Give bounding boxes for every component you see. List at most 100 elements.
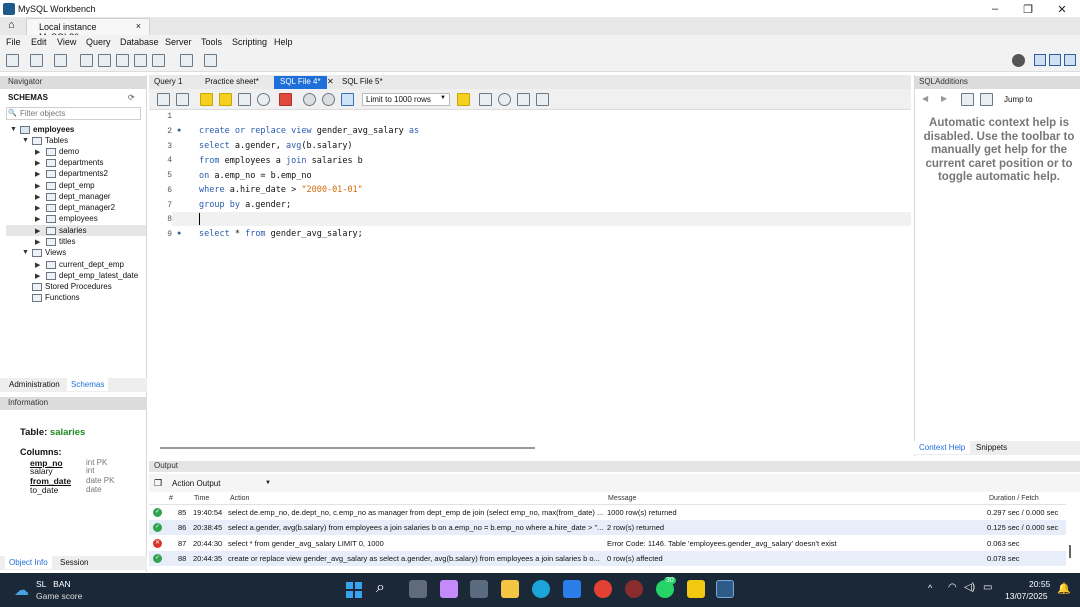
refresh-icon[interactable]: ⟳: [128, 93, 135, 102]
jump-to-select[interactable]: Jump to: [1004, 95, 1032, 104]
tab-sql-file-4[interactable]: SQL File 4*: [274, 76, 327, 89]
table-dept-emp[interactable]: dept_emp: [59, 181, 95, 190]
widget-title[interactable]: SL BAN: [36, 579, 71, 589]
copy-icon[interactable]: ❐: [154, 478, 162, 489]
close-tab-icon[interactable]: ✕: [327, 77, 334, 86]
connection-tab[interactable]: Local instance MySQL80 ×: [26, 18, 150, 42]
toggle-output-icon[interactable]: [1049, 54, 1061, 66]
output-row[interactable]: ✓ 85 19:40:54 select de.emp_no, de.dept_…: [149, 505, 1066, 520]
menu-file[interactable]: File: [6, 37, 21, 47]
invisible-chars-icon[interactable]: [517, 93, 530, 106]
tab-practice-sheet[interactable]: Practice sheet*: [199, 76, 265, 89]
table-dept-manager[interactable]: dept_manager: [59, 192, 111, 201]
close-window-button[interactable]: ✕: [1052, 3, 1072, 16]
create-procedure-icon[interactable]: [134, 54, 147, 67]
create-function-icon[interactable]: [152, 54, 165, 67]
new-sql-tab-icon[interactable]: [6, 54, 19, 67]
menu-view[interactable]: View: [57, 37, 76, 47]
task-view-icon[interactable]: [409, 580, 427, 598]
create-schema-icon[interactable]: [80, 54, 93, 67]
view-current-dept-emp[interactable]: current_dept_emp: [59, 260, 124, 269]
menu-help[interactable]: Help: [274, 37, 293, 47]
execute-current-icon[interactable]: [219, 93, 232, 106]
tab-schemas[interactable]: Schemas: [67, 378, 109, 391]
table-demo[interactable]: demo: [59, 147, 79, 156]
windows-start-icon[interactable]: [346, 582, 362, 598]
output-scrollbar[interactable]: [1069, 545, 1071, 558]
view-dept-emp-latest-date[interactable]: dept_emp_latest_date: [59, 271, 138, 280]
tab-snippets[interactable]: Snippets: [976, 443, 1007, 452]
table-salaries[interactable]: salaries: [59, 226, 87, 235]
table-dept-manager2[interactable]: dept_manager2: [59, 203, 115, 212]
views-node[interactable]: Views: [45, 248, 66, 257]
expand-arrow-icon[interactable]: ▶: [35, 261, 40, 269]
expand-arrow-icon[interactable]: ▶: [35, 170, 40, 178]
clock-date[interactable]: 13/07/2025: [1005, 591, 1048, 601]
create-view-icon[interactable]: [116, 54, 129, 67]
minimize-button[interactable]: –: [985, 3, 1005, 15]
expand-arrow-icon[interactable]: ▶: [35, 148, 40, 156]
back-arrow-icon[interactable]: ◀: [922, 94, 928, 103]
action-output-select[interactable]: Action Output ▼: [169, 477, 273, 490]
explain-icon[interactable]: [238, 93, 251, 106]
rollback-icon[interactable]: [322, 93, 335, 106]
commit-icon[interactable]: [303, 93, 316, 106]
search-icon[interactable]: ⌕: [376, 579, 385, 597]
horizontal-scrollbar[interactable]: [160, 447, 535, 449]
table-titles[interactable]: titles: [59, 237, 75, 246]
expand-arrow-icon[interactable]: ▶: [35, 238, 40, 246]
save-icon[interactable]: [176, 93, 189, 106]
close-tab-icon[interactable]: ×: [136, 21, 141, 31]
expand-arrow-icon[interactable]: ▶: [35, 215, 40, 223]
table-employees[interactable]: employees: [59, 214, 98, 223]
file-explorer-icon[interactable]: [501, 580, 519, 598]
open-file-icon[interactable]: [157, 93, 170, 106]
error-toggle-icon[interactable]: [279, 93, 292, 106]
output-row[interactable]: ✕ 87 20:44:30 select * from gender_avg_s…: [149, 536, 1066, 551]
menu-server[interactable]: Server: [165, 37, 192, 47]
table-departments[interactable]: departments: [59, 158, 103, 167]
edge-icon[interactable]: [532, 580, 550, 598]
output-row[interactable]: ✓ 86 20:38:45 select a.gender, avg(b.sal…: [149, 520, 1066, 535]
expand-arrow-icon[interactable]: ▶: [35, 193, 40, 201]
clock-time[interactable]: 20:55: [1029, 579, 1050, 589]
tables-node[interactable]: Tables: [45, 136, 68, 145]
mysql-workbench-taskbar-icon[interactable]: [716, 580, 734, 598]
expand-arrow-icon[interactable]: ▶: [35, 204, 40, 212]
chrome-icon[interactable]: [594, 580, 612, 598]
expand-arrow-icon[interactable]: ▶: [35, 159, 40, 167]
limit-rows-select[interactable]: Limit to 1000 rows ▼: [362, 93, 450, 106]
expand-arrow-icon[interactable]: ▶: [35, 182, 40, 190]
stop-icon[interactable]: [257, 93, 270, 106]
toggle-sidebar-icon[interactable]: [1034, 54, 1046, 66]
code-line[interactable]: create or replace view gender_avg_salary…: [199, 126, 419, 136]
store-icon[interactable]: [470, 580, 488, 598]
vscode-icon[interactable]: [563, 580, 581, 598]
open-sql-script-icon[interactable]: [30, 54, 43, 67]
forward-arrow-icon[interactable]: ▶: [941, 94, 947, 103]
expand-arrow-icon[interactable]: ▼: [22, 137, 29, 144]
execute-icon[interactable]: [200, 93, 213, 106]
wifi-icon[interactable]: ◠: [948, 582, 957, 593]
maximize-button[interactable]: ❐: [1018, 3, 1038, 16]
battery-icon[interactable]: ▭: [983, 582, 992, 593]
auto-help-icon[interactable]: [980, 93, 993, 106]
reconnect-icon[interactable]: [204, 54, 217, 67]
powerbi-icon[interactable]: [687, 580, 705, 598]
output-row[interactable]: ✓ 88 20:44:35 create or replace view gen…: [149, 551, 1066, 566]
code-line[interactable]: where a.hire_date > "2000-01-01": [199, 185, 363, 195]
create-table-icon[interactable]: [98, 54, 111, 67]
toggle-secondary-sidebar-icon[interactable]: [1064, 54, 1076, 66]
code-line[interactable]: on a.emp_no = b.emp_no: [199, 171, 312, 181]
code-line[interactable]: from employees a join salaries b: [199, 156, 363, 166]
show-hidden-icons-icon[interactable]: ^: [928, 583, 932, 593]
settings-gear-icon[interactable]: [1012, 54, 1025, 67]
autocommit-icon[interactable]: [341, 93, 354, 106]
filter-objects-input[interactable]: Filter objects: [6, 107, 141, 120]
tab-context-help[interactable]: Context Help: [914, 441, 971, 454]
code-line[interactable]: select a.gender, avg(b.salary): [199, 141, 353, 151]
menu-tools[interactable]: Tools: [201, 37, 222, 47]
search-table-data-icon[interactable]: [180, 54, 193, 67]
volume-icon[interactable]: ◁): [964, 582, 975, 593]
code-line[interactable]: select * from gender_avg_salary;: [199, 229, 363, 239]
